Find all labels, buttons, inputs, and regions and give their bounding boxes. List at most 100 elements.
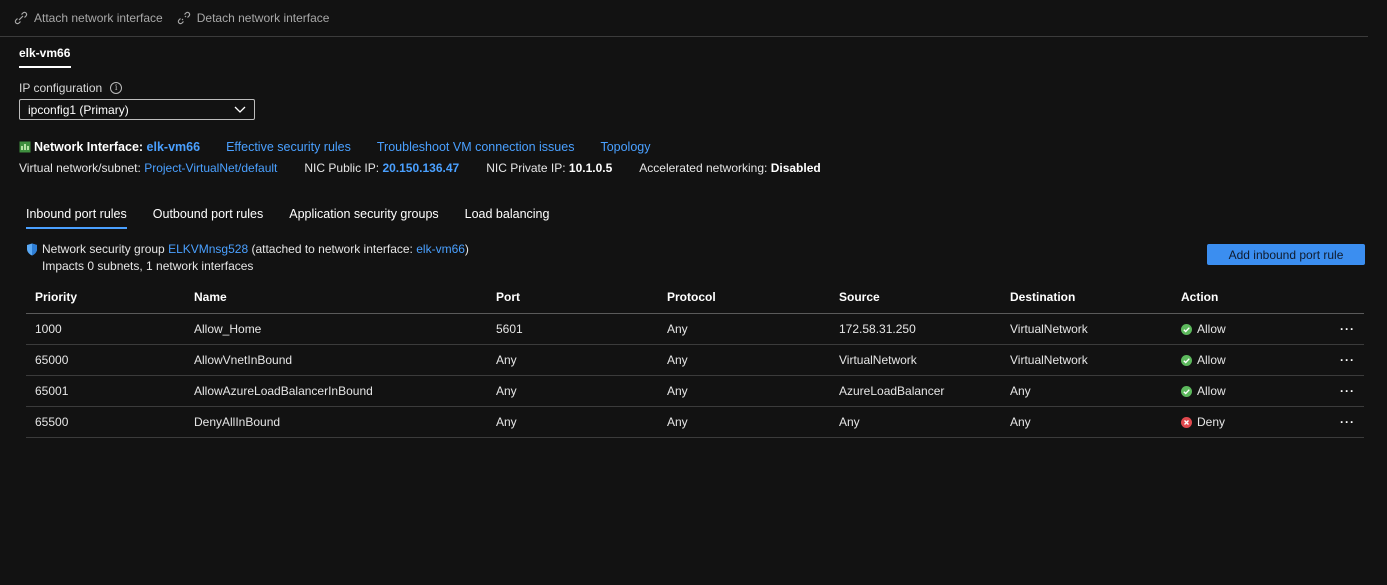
nsg-attached-nic-link[interactable]: elk-vm66: [416, 242, 465, 256]
public-ip-label: NIC Public IP:: [304, 161, 380, 175]
cell-port: Any: [487, 375, 658, 407]
cell-protocol: Any: [658, 406, 830, 438]
network-interface-title: Network Interface: elk-vm66: [34, 140, 200, 154]
cell-destination: VirtualNetwork: [1001, 344, 1172, 376]
ip-config-selected: ipconfig1 (Primary): [28, 102, 129, 117]
shield-icon: [27, 243, 37, 255]
network-interface-row: Network Interface: elk-vm66 Effective se…: [19, 140, 651, 154]
cell-protocol: Any: [658, 313, 830, 345]
col-priority[interactable]: Priority: [26, 281, 185, 314]
cell-name: AllowVnetInBound: [185, 344, 487, 376]
network-interface-icon: [19, 141, 31, 153]
nsg-line: Network security group ELKVMnsg528 (atta…: [26, 242, 469, 256]
tab-load-balancing[interactable]: Load balancing: [465, 207, 550, 229]
col-name[interactable]: Name: [185, 281, 487, 314]
tab-outbound-port-rules[interactable]: Outbound port rules: [153, 207, 264, 229]
cell-priority: 65000: [26, 344, 185, 376]
effective-security-rules-link[interactable]: Effective security rules: [226, 140, 351, 154]
tab-inbound-port-rules[interactable]: Inbound port rules: [26, 207, 127, 229]
table-row[interactable]: 1000 Allow_Home 5601 Any 172.58.31.250 Virtua…: [26, 313, 1364, 345]
cell-source: Any: [830, 406, 1001, 438]
table-row[interactable]: 65000 AllowVnetInBound Any Any VirtualNetwor…: [26, 344, 1364, 376]
cell-action: Allow: [1172, 313, 1314, 345]
cell-protocol: Any: [658, 344, 830, 376]
action-status: Deny: [1181, 415, 1313, 429]
chevron-down-icon: [234, 106, 246, 113]
col-more: [1314, 281, 1364, 314]
cell-priority: 65001: [26, 375, 185, 407]
cell-source: VirtualNetwork: [830, 344, 1001, 376]
private-ip-info: NIC Private IP: 10.1.0.5: [486, 161, 612, 175]
col-protocol[interactable]: Protocol: [658, 281, 830, 314]
table-header-row: Priority Name Port Protocol Source Desti…: [26, 281, 1364, 314]
more-options-button[interactable]: ···: [1314, 375, 1364, 407]
vnet-link[interactable]: Project-VirtualNet/default: [144, 161, 277, 175]
cell-name: DenyAllInBound: [185, 406, 487, 438]
attach-nic-label: Attach network interface: [34, 11, 163, 25]
network-interface-prefix: Network Interface:: [34, 140, 144, 154]
cell-port: 5601: [487, 313, 658, 345]
cell-action: Allow: [1172, 375, 1314, 407]
cell-destination: Any: [1001, 406, 1172, 438]
action-status: Allow: [1181, 322, 1313, 336]
vnet-label: Virtual network/subnet:: [19, 161, 141, 175]
cell-destination: VirtualNetwork: [1001, 313, 1172, 345]
check-circle-icon: [1181, 323, 1192, 335]
action-label: Allow: [1197, 322, 1226, 336]
nic-tab-underline: [19, 66, 71, 68]
cell-action: Allow: [1172, 344, 1314, 376]
tab-application-security-groups[interactable]: Application security groups: [289, 207, 438, 229]
topology-link[interactable]: Topology: [600, 140, 650, 154]
action-status: Allow: [1181, 353, 1313, 367]
col-destination[interactable]: Destination: [1001, 281, 1172, 314]
detach-nic-button[interactable]: Detach network interface: [177, 11, 330, 25]
action-label: Allow: [1197, 353, 1226, 367]
accelerated-networking-info: Accelerated networking: Disabled: [639, 161, 820, 175]
command-bar: Attach network interface Detach network …: [0, 0, 1368, 37]
cell-protocol: Any: [658, 375, 830, 407]
ip-config-label-text: IP configuration: [19, 81, 103, 95]
nsg-info: Network security group ELKVMnsg528 (atta…: [26, 242, 469, 273]
cell-name: Allow_Home: [185, 313, 487, 345]
network-interface-name-link[interactable]: elk-vm66: [147, 140, 201, 154]
link-icon: [14, 11, 28, 25]
cell-priority: 1000: [26, 313, 185, 345]
add-inbound-port-rule-button[interactable]: Add inbound port rule: [1207, 244, 1365, 265]
nsg-prefix: Network security group: [42, 242, 165, 256]
public-ip-info: NIC Public IP: 20.150.136.47: [304, 161, 459, 175]
detach-nic-label: Detach network interface: [196, 11, 330, 25]
troubleshoot-link[interactable]: Troubleshoot VM connection issues: [377, 140, 575, 154]
col-port[interactable]: Port: [487, 281, 658, 314]
nic-tab[interactable]: elk-vm66: [19, 46, 70, 60]
rule-tabs: Inbound port rules Outbound port rules A…: [26, 207, 575, 229]
action-status: Allow: [1181, 384, 1313, 398]
more-options-button[interactable]: ···: [1314, 406, 1364, 438]
action-label: Deny: [1197, 415, 1226, 429]
cell-port: Any: [487, 344, 658, 376]
private-ip-value: 10.1.0.5: [568, 161, 613, 175]
table-row[interactable]: 65500 DenyAllInBound Any Any Any Any Deny ···: [26, 406, 1364, 438]
col-action[interactable]: Action: [1172, 281, 1314, 314]
cell-port: Any: [487, 406, 658, 438]
ip-config-dropdown[interactable]: ipconfig1 (Primary): [19, 99, 255, 120]
attach-nic-button[interactable]: Attach network interface: [14, 11, 163, 25]
nic-details-row: Virtual network/subnet: Project-VirtualN…: [19, 161, 848, 175]
cell-priority: 65500: [26, 406, 185, 438]
nsg-name-link[interactable]: ELKVMnsg528: [168, 242, 248, 256]
public-ip-link[interactable]: 20.150.136.47: [382, 161, 459, 175]
cell-name: AllowAzureLoadBalancerInBound: [185, 375, 487, 407]
action-label: Allow: [1197, 384, 1226, 398]
check-circle-icon: [1181, 354, 1192, 366]
col-source[interactable]: Source: [830, 281, 1001, 314]
check-circle-icon: [1181, 385, 1192, 397]
cell-action: Deny: [1172, 406, 1314, 438]
cell-destination: Any: [1001, 375, 1172, 407]
info-icon[interactable]: i: [110, 82, 123, 94]
more-options-button[interactable]: ···: [1314, 313, 1364, 345]
nsg-impacts: Impacts 0 subnets, 1 network interfaces: [42, 259, 254, 273]
cell-source: AzureLoadBalancer: [830, 375, 1001, 407]
cell-source: 172.58.31.250: [830, 313, 1001, 345]
more-options-button[interactable]: ···: [1314, 344, 1364, 376]
table-row[interactable]: 65001 AllowAzureLoadBalancerInBound Any Any…: [26, 375, 1364, 407]
ip-config-label: IP configuration i: [19, 81, 123, 95]
